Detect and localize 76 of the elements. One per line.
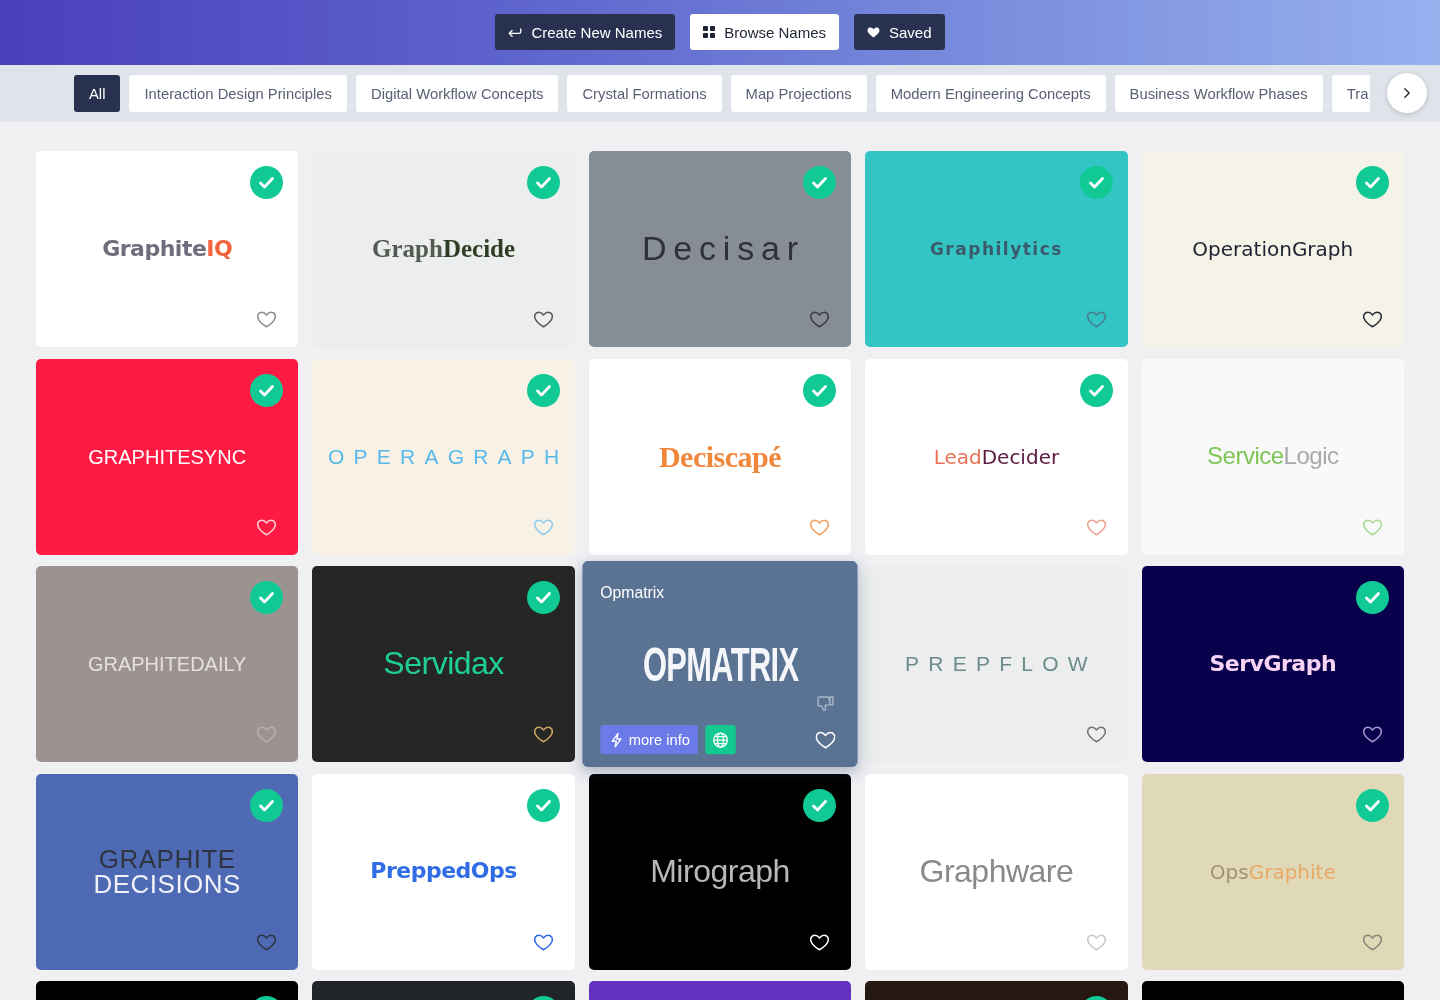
logo-wordmark: Decisar: [641, 230, 805, 268]
nav-button[interactable]: Saved: [854, 14, 945, 50]
logo-wordmark: LeadDecider: [933, 445, 1060, 468]
website-button[interactable]: [705, 724, 736, 755]
logo-card[interactable]: ServGraph: [1141, 566, 1404, 762]
logo-card[interactable]: GraphiteIQ: [36, 151, 299, 347]
check-badge-icon[interactable]: [526, 788, 560, 822]
lightning-icon: [610, 731, 623, 748]
logo-card[interactable]: Mirograph: [588, 773, 852, 970]
globe-icon: [712, 731, 729, 748]
check-badge-icon[interactable]: [250, 166, 284, 199]
logo-wordmark: GraphiteIQ: [102, 236, 233, 262]
logo-card[interactable]: GRAPHITESYNC: [36, 358, 299, 555]
filter-chip[interactable]: Interaction Design Principles: [129, 75, 347, 112]
heart-icon[interactable]: [1363, 311, 1382, 328]
check-badge-icon[interactable]: [526, 373, 560, 407]
check-badge-icon[interactable]: [250, 373, 284, 407]
logo-wordmark: OPMATRIX: [642, 637, 798, 691]
filter-chip[interactable]: Modern Engineering Concepts: [875, 75, 1106, 112]
logo-wordmark: Servidax: [383, 646, 504, 682]
logo-wordmark: Graphilytics: [929, 239, 1063, 259]
grid-icon: [703, 26, 716, 38]
check-badge-icon[interactable]: [1356, 166, 1389, 199]
logo-wordmark: OperationGraph: [1192, 238, 1354, 260]
logo-wordmark: GRAPHITESYNC: [88, 445, 247, 468]
heart-icon[interactable]: [533, 726, 553, 743]
logo-card[interactable]: Opmatrix OPMATRIX more info: [582, 561, 858, 767]
thumbs-down-icon[interactable]: [816, 695, 835, 714]
logo-wordmark: PREPFLOW: [905, 652, 1097, 676]
logo-wordmark: GRAPHITEDAILY: [87, 653, 247, 675]
logo-card[interactable]: Decisar: [588, 151, 852, 347]
filter-chip[interactable]: Map Projections: [730, 75, 867, 112]
logo-card[interactable]: Graphware: [865, 773, 1128, 970]
filter-chip[interactable]: Digital Workflow Concepts: [356, 75, 559, 112]
logo-wordmark: ServGraph: [1209, 651, 1337, 677]
filter-chip[interactable]: Business Workflow Phases: [1114, 75, 1323, 112]
more-info-button[interactable]: more info: [600, 724, 699, 755]
logo-wordmark: GRAPHITE DECISIONS: [93, 846, 241, 897]
logo-card[interactable]: Servidax: [312, 566, 575, 762]
check-badge-icon[interactable]: [526, 581, 560, 614]
logo-wordmark: PreppedOps: [370, 859, 517, 884]
logo-card[interactable]: LeadDecider: [865, 358, 1128, 555]
filter-chip[interactable]: Crystal Formations: [567, 75, 722, 112]
logo-wordmark: ServiceLogic: [1207, 443, 1339, 470]
check-badge-icon[interactable]: [250, 788, 284, 822]
check-badge-icon[interactable]: [250, 581, 284, 614]
filter-chip[interactable]: All: [74, 75, 121, 112]
logo-wordmark: Mirograph: [650, 853, 790, 890]
check-badge-icon[interactable]: [1356, 581, 1389, 614]
filter-chip[interactable]: Tra: [1331, 75, 1371, 112]
card-title: Opmatrix: [600, 583, 664, 601]
logo-wordmark: Deciscapé: [658, 440, 782, 473]
check-badge-icon[interactable]: [803, 788, 837, 822]
logo-card[interactable]: GraphDecide: [312, 151, 575, 347]
logo-wordmark: OPERAGRAPH: [327, 444, 569, 469]
check-badge-icon[interactable]: [803, 373, 837, 407]
return-arrow-icon: [508, 27, 523, 37]
check-badge-icon[interactable]: [526, 166, 560, 199]
check-badge-icon[interactable]: [1356, 788, 1389, 822]
logo-wordmark: OpsGraphite: [1209, 860, 1336, 883]
check-badge-icon[interactable]: [1079, 373, 1113, 407]
heart-icon[interactable]: [1363, 726, 1382, 743]
nav-button[interactable]: Browse Names: [690, 14, 839, 50]
heart-icon: [867, 26, 880, 38]
logo-card[interactable]: OperationGraph: [1141, 151, 1404, 347]
check-badge-icon[interactable]: [1079, 166, 1113, 199]
nav-button[interactable]: Create New Names: [495, 14, 676, 50]
next-button[interactable]: [1387, 73, 1427, 113]
logo-wordmark: GraphDecide: [372, 235, 516, 263]
heart-icon[interactable]: [533, 311, 553, 328]
check-badge-icon[interactable]: [803, 166, 837, 199]
logo-wordmark: Graphware: [919, 853, 1074, 890]
logo-card[interactable]: GRAPHITE DECISIONS: [36, 773, 299, 970]
logo-card[interactable]: PreppedOps: [312, 773, 575, 970]
logo-card[interactable]: Graphilytics: [865, 151, 1128, 347]
chevron-right-icon: [1404, 88, 1410, 98]
